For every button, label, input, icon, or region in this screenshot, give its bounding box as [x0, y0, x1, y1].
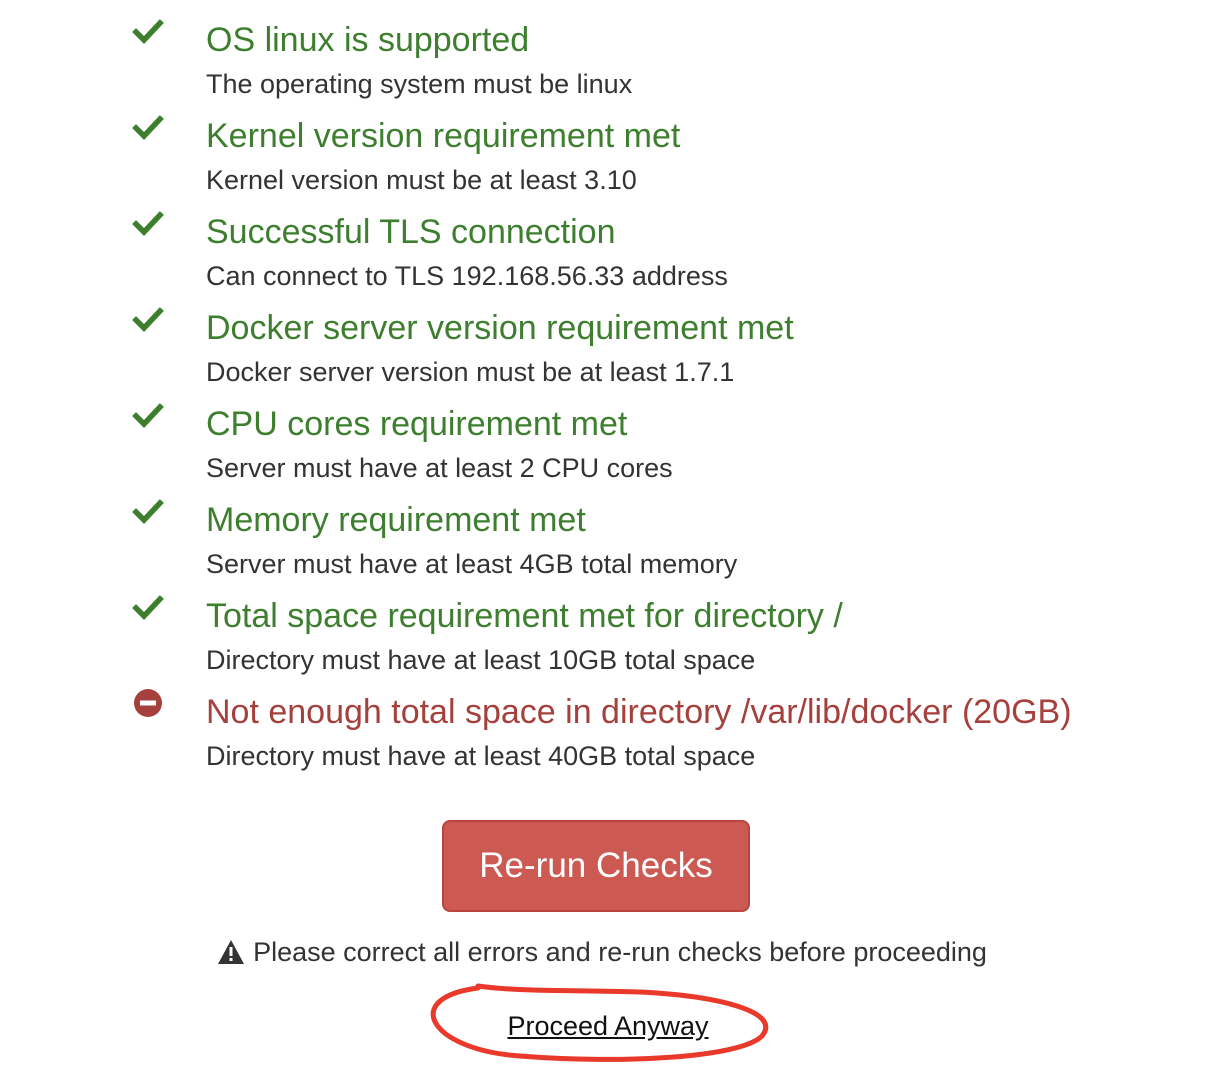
check-item-root-space: Total space requirement met for director… — [0, 576, 1216, 675]
check-title: Docker server version requirement met — [206, 309, 794, 347]
check-title: Successful TLS connection — [206, 213, 616, 251]
warning-message: Please correct all errors and re-run che… — [0, 934, 1216, 970]
check-icon — [132, 211, 164, 236]
check-item-tls: Successful TLS connection Can connect to… — [0, 192, 1216, 291]
proceed-anyway-link[interactable]: Proceed Anyway — [507, 1011, 708, 1041]
check-item-memory: Memory requirement met Server must have … — [0, 480, 1216, 579]
rerun-checks-button[interactable]: Re-run Checks — [442, 820, 750, 912]
check-title: Kernel version requirement met — [206, 117, 681, 155]
check-icon — [132, 499, 164, 524]
check-title: OS linux is supported — [206, 21, 530, 59]
check-item-kernel: Kernel version requirement met Kernel ve… — [0, 96, 1216, 195]
minus-circle-icon — [134, 689, 162, 717]
check-title: CPU cores requirement met — [206, 405, 628, 443]
warning-triangle-icon — [218, 940, 245, 964]
check-icon — [132, 307, 164, 332]
check-title: Memory requirement met — [206, 501, 586, 539]
preflight-checks-page: OS linux is supported The operating syst… — [0, 0, 1216, 1084]
check-item-os: OS linux is supported The operating syst… — [0, 0, 1216, 99]
proceed-link-container: Proceed Anyway — [0, 1008, 1216, 1044]
warning-text: Please correct all errors and re-run che… — [253, 937, 987, 967]
check-title: Not enough total space in directory /var… — [206, 693, 1072, 731]
check-item-docker-space: Not enough total space in directory /var… — [0, 672, 1216, 771]
check-icon — [132, 115, 164, 140]
check-icon — [132, 19, 164, 44]
check-title: Total space requirement met for director… — [206, 597, 843, 635]
check-detail: Directory must have at least 40GB total … — [206, 741, 756, 771]
check-item-cpu: CPU cores requirement met Server must ha… — [0, 384, 1216, 483]
check-icon — [132, 595, 164, 620]
check-icon — [132, 403, 164, 428]
check-item-docker-version: Docker server version requirement met Do… — [0, 288, 1216, 387]
